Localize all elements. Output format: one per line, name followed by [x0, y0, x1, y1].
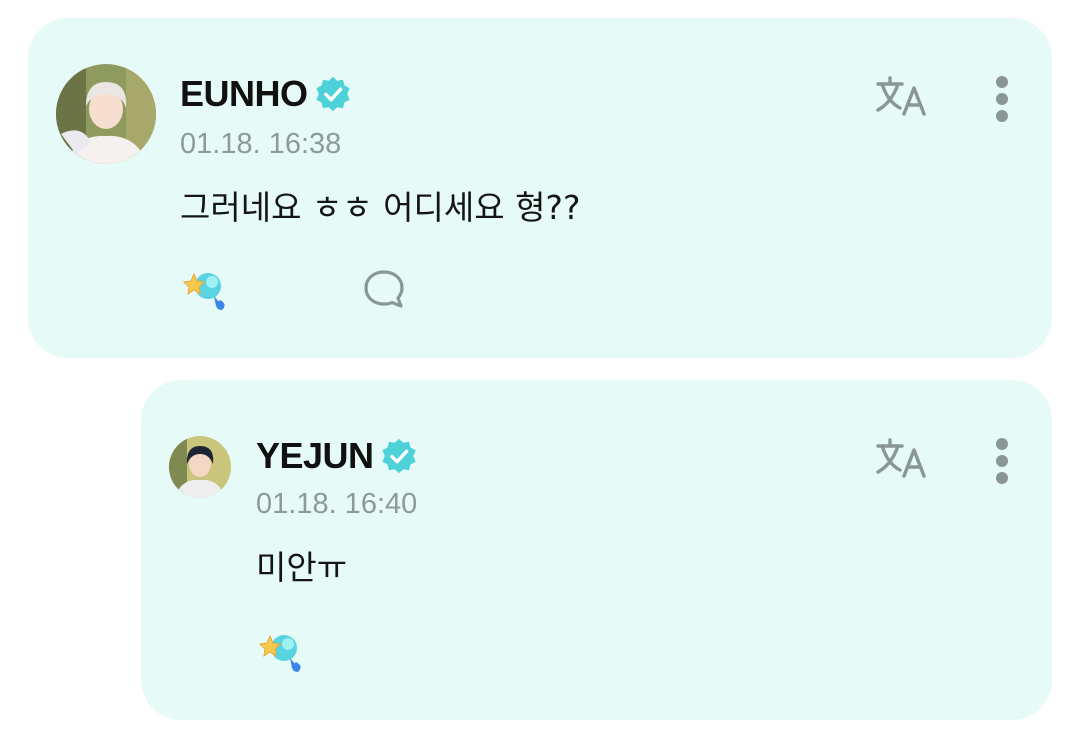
more-dot — [996, 455, 1008, 467]
more-dot — [996, 93, 1008, 105]
reply-button[interactable] — [362, 268, 406, 310]
name-row: YEJUN — [256, 436, 418, 476]
star-sparkle-reaction-icon — [258, 634, 301, 672]
avatar[interactable] — [56, 64, 156, 164]
reply-card: YEJUN 01.18. 16:40 미안ㅠ — [141, 380, 1052, 720]
name-row: EUNHO — [180, 74, 352, 114]
translate-icon — [876, 438, 926, 478]
speech-bubble-icon — [364, 270, 404, 308]
reaction-button[interactable] — [180, 266, 230, 312]
verified-badge-icon — [315, 76, 350, 112]
comment-card: EUNHO 01.18. 16:38 그러네요 ㅎㅎ 어디세요 형?? — [28, 18, 1052, 358]
username[interactable]: EUNHO — [180, 74, 308, 114]
timestamp: 01.18. 16:40 — [256, 488, 418, 520]
verified-badge-icon — [381, 438, 416, 474]
star-sparkle-reaction-icon — [182, 272, 225, 310]
comment-text: 그러네요 ㅎㅎ 어디세요 형?? — [180, 188, 581, 227]
more-dot — [996, 472, 1008, 484]
more-options-button[interactable] — [992, 76, 1012, 122]
translate-icon — [876, 76, 926, 116]
username[interactable]: YEJUN — [256, 436, 374, 476]
translate-button[interactable] — [874, 74, 930, 118]
comment-text: 미안ㅠ — [256, 548, 348, 587]
more-vertical-icon — [996, 76, 1008, 88]
more-vertical-icon — [996, 438, 1008, 450]
reaction-button[interactable] — [256, 628, 306, 674]
avatar-eunho-image — [56, 64, 156, 164]
avatar[interactable] — [169, 436, 231, 498]
avatar-yejun-image — [169, 436, 231, 498]
more-options-button[interactable] — [992, 438, 1012, 484]
translate-button[interactable] — [874, 436, 930, 480]
timestamp: 01.18. 16:38 — [180, 128, 342, 160]
more-dot — [996, 110, 1008, 122]
